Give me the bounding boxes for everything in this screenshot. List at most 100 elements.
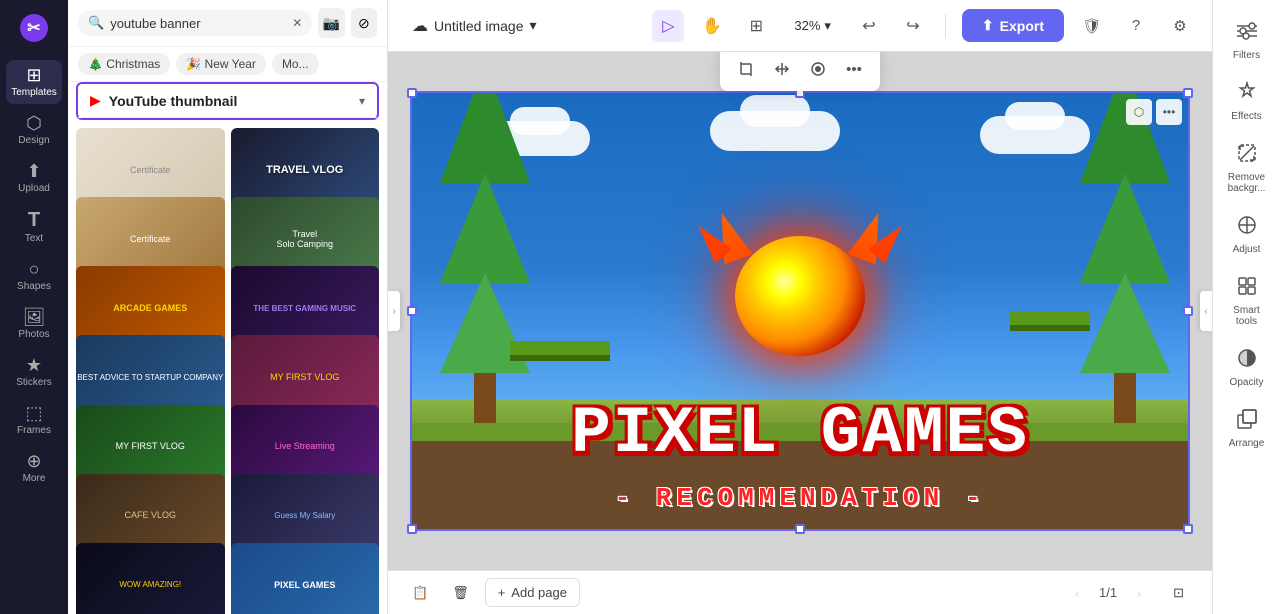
sidebar-item-stickers[interactable]: ★ Stickers (6, 350, 62, 394)
main-area: ☁ Untitled image ▾ ▷ ✋ ⊞ 32% ▾ ↩ ↪ ⬆ Exp… (388, 0, 1212, 614)
canvas-image[interactable]: PIXEL GAMES - RECOMMENDATION - (410, 91, 1190, 531)
right-tool-arrange[interactable]: Arrange (1219, 400, 1275, 457)
document-name: Untitled image (434, 18, 524, 34)
sidebar-item-label: Frames (17, 425, 51, 436)
youtube-icon: ▶ (90, 92, 101, 109)
more-canvas-options-button[interactable]: ••• (1156, 99, 1182, 125)
right-tool-opacity[interactable]: Opacity (1219, 339, 1275, 396)
hand-tool-button[interactable]: ✋ (696, 10, 728, 42)
close-search-icon[interactable]: ✕ (292, 16, 302, 30)
expand-view-button[interactable]: ⊡ (1161, 579, 1196, 607)
delete-page-button[interactable]: 🗑 (444, 579, 477, 607)
cloud-3 (980, 116, 1090, 154)
right-tool-effects[interactable]: Effects (1219, 73, 1275, 130)
sidebar-item-text[interactable]: T Text (6, 204, 62, 250)
sidebar-item-photos[interactable]: 🖼 Photos (6, 302, 62, 346)
section-title: YouTube thumbnail (109, 93, 351, 109)
effects-label: Effects (1231, 111, 1261, 122)
remove-bg-icon (1236, 142, 1258, 169)
page-indicator: 1/1 (1099, 585, 1117, 600)
category-newyear[interactable]: 🎉 New Year (176, 53, 266, 75)
smart-tools-icon (1236, 275, 1258, 302)
document-name-button[interactable]: ☁ Untitled image ▾ (404, 12, 545, 40)
export-icon: ⬆ (982, 17, 994, 34)
fireball-body (735, 236, 865, 356)
template-card[interactable]: PIXEL GAMES (231, 543, 380, 614)
sidebar-item-label: More (23, 473, 46, 484)
template-card[interactable]: WOW AMAZING! (76, 543, 225, 614)
design-icon: ⬡ (26, 114, 42, 132)
right-tool-adjust[interactable]: Adjust (1219, 206, 1275, 263)
trash-icon: 🗑 (452, 585, 469, 601)
arrange-icon (1236, 408, 1258, 435)
shield-icon-button[interactable]: 🛡 (1076, 10, 1108, 42)
fireball (730, 231, 870, 361)
sidebar-item-templates[interactable]: ⊞ Templates (6, 60, 62, 104)
platform-right (1010, 311, 1090, 331)
mask-button[interactable] (802, 53, 834, 85)
pointer-tool-button[interactable]: ▷ (652, 10, 684, 42)
page-nav: ‹ 1/1 › (1063, 579, 1153, 607)
sidebar-item-shapes[interactable]: ○ Shapes (6, 254, 62, 298)
copy-page-button[interactable]: 📋 (404, 579, 436, 607)
bottombar: 📋 🗑 + Add page ‹ 1/1 › ⊡ (388, 570, 1212, 614)
right-tool-filters[interactable]: Filters (1219, 12, 1275, 69)
logo-button[interactable]: ✂ (14, 8, 54, 48)
filters-icon (1236, 20, 1258, 47)
camera-search-button[interactable]: 📷 (318, 8, 344, 38)
shapes-icon: ○ (29, 260, 40, 278)
right-tool-smart[interactable]: Smarttools (1219, 267, 1275, 335)
flip-button[interactable] (766, 53, 798, 85)
svg-text:✂: ✂ (27, 20, 41, 37)
search-input-wrap[interactable]: 🔍 ✕ (78, 10, 312, 36)
sidebar-item-label: Stickers (16, 377, 52, 388)
zoom-button[interactable]: 32% ▾ (784, 14, 841, 38)
effects-icon (1236, 81, 1258, 108)
sidebar-item-design[interactable]: ⬡ Design (6, 108, 62, 152)
search-bar: 🔍 ✕ 📷 ⊘ (68, 0, 387, 47)
category-more[interactable]: Mo... (272, 53, 319, 75)
pixel-canvas: PIXEL GAMES - RECOMMENDATION - (410, 91, 1190, 531)
settings-button[interactable]: ⚙ (1164, 10, 1196, 42)
sidebar-item-upload[interactable]: ⬆ Upload (6, 156, 62, 200)
photos-icon: 🖼 (23, 308, 46, 326)
chevron-down-icon: ▾ (824, 18, 831, 34)
sidebar-item-label: Upload (18, 183, 50, 194)
expand-button[interactable]: ⬡ (1126, 99, 1152, 125)
filters-label: Filters (1233, 50, 1260, 61)
undo-button[interactable]: ↩ (853, 10, 885, 42)
arrange-label: Arrange (1229, 438, 1265, 449)
filter-button[interactable]: ⊘ (351, 8, 377, 38)
category-christmas[interactable]: 🎄 Christmas (78, 53, 170, 75)
redo-button[interactable]: ↪ (897, 10, 929, 42)
more-icon: ⊕ (26, 452, 41, 470)
right-collapse-handle[interactable]: ‹ (1200, 291, 1212, 331)
section-header[interactable]: ▶ YouTube thumbnail ▾ (78, 84, 377, 118)
frame-tool-button[interactable]: ⊞ (740, 10, 772, 42)
expand-icon: ⊡ (1173, 585, 1184, 601)
canvas-container: Page 1 › (388, 52, 1212, 570)
save-icon: ☁ (412, 16, 428, 36)
help-button[interactable]: ? (1120, 10, 1152, 42)
frames-icon: ⬚ (25, 404, 42, 422)
section-chevron-icon[interactable]: ▾ (359, 94, 365, 108)
cloud-2 (710, 111, 840, 151)
tree-left (440, 91, 530, 423)
collapse-handle[interactable]: › (388, 291, 400, 331)
more-options-button[interactable]: ••• (838, 53, 870, 85)
export-button[interactable]: ⬆ Export (962, 9, 1064, 42)
right-tool-remove-bg[interactable]: Removebackgr... (1219, 134, 1275, 202)
add-page-icon: + (498, 585, 506, 600)
tree-right (1080, 91, 1170, 423)
chevron-down-icon: ▾ (530, 17, 537, 34)
sidebar-item-frames[interactable]: ⬚ Frames (6, 398, 62, 442)
right-sidebar: Filters Effects Removebackgr... Adjust (1212, 0, 1280, 614)
search-icon: 🔍 (88, 15, 104, 31)
next-page-button[interactable]: › (1125, 579, 1153, 607)
prev-page-button[interactable]: ‹ (1063, 579, 1091, 607)
search-input[interactable] (110, 16, 286, 31)
sidebar-item-more[interactable]: ⊕ More (6, 446, 62, 490)
add-page-button[interactable]: + Add page (485, 578, 580, 607)
smart-tools-label: Smarttools (1233, 305, 1260, 327)
crop-button[interactable] (730, 53, 762, 85)
